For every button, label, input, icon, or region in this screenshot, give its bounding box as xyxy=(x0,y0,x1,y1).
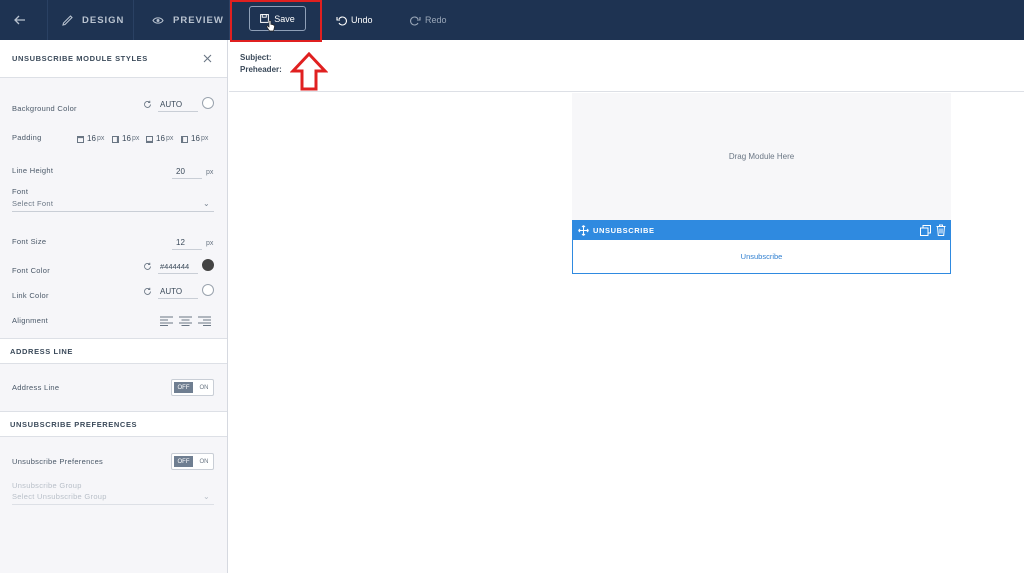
unsubscribe-preferences-toggle[interactable]: OFF ON xyxy=(171,453,214,470)
font-color-value[interactable]: #444444 xyxy=(160,262,189,271)
chevron-down-icon: ⌄ xyxy=(203,492,210,501)
undo-label: Undo xyxy=(351,15,373,25)
hand-cursor-icon xyxy=(266,20,275,32)
arrow-left-icon xyxy=(14,15,25,25)
divider xyxy=(0,436,227,437)
reset-icon[interactable] xyxy=(143,287,152,296)
link-color-swatch[interactable] xyxy=(202,284,214,296)
preview-tab-label: PREVIEW xyxy=(173,14,224,26)
padding-bottom-value: 16 xyxy=(156,134,165,143)
save-label: Save xyxy=(274,13,295,24)
input-underline xyxy=(172,249,202,250)
font-color-label: Font Color xyxy=(12,266,51,275)
toggle-on: ON xyxy=(199,384,209,391)
input-underline xyxy=(158,298,198,299)
toolbar-divider xyxy=(133,0,134,40)
alignment-label: Alignment xyxy=(12,316,49,325)
undo-icon xyxy=(336,16,347,25)
toggle-off: OFF xyxy=(174,456,193,467)
reset-icon[interactable] xyxy=(143,100,152,109)
unsubscribe-group-label: Unsubscribe Group xyxy=(12,481,82,490)
font-label: Font xyxy=(12,187,29,196)
design-tab-label: DESIGN xyxy=(82,14,125,26)
unsubscribe-module[interactable]: UNSUBSCRIBE Unsubscribe xyxy=(572,220,951,274)
input-underline xyxy=(172,178,202,179)
unsubscribe-preferences-section-title: UNSUBSCRIBE PREFERENCES xyxy=(0,412,227,436)
font-size-unit: px xyxy=(206,240,214,247)
divider xyxy=(0,77,227,78)
duplicate-icon[interactable] xyxy=(920,225,931,236)
save-button[interactable]: Save xyxy=(249,6,306,31)
padding-left-value: 16 xyxy=(191,134,200,143)
redo-label: Redo xyxy=(425,15,447,25)
module-header: UNSUBSCRIBE xyxy=(573,221,950,240)
redo-icon xyxy=(410,16,421,25)
undo-button[interactable]: Undo xyxy=(336,0,373,40)
line-height-input[interactable]: 20 xyxy=(176,167,185,176)
font-color-swatch[interactable] xyxy=(202,259,214,271)
input-underline xyxy=(158,273,198,274)
chevron-down-icon[interactable]: ⌄ xyxy=(203,199,210,208)
input-underline xyxy=(158,111,198,112)
font-select[interactable]: Select Font xyxy=(12,199,53,208)
link-color-value[interactable]: AUTO xyxy=(160,287,182,296)
padding-unit: px xyxy=(132,135,140,142)
preheader-label[interactable]: Preheader: xyxy=(240,65,282,74)
drag-module-text: Drag Module Here xyxy=(728,152,795,161)
padding-label: Padding xyxy=(12,133,42,142)
close-icon[interactable] xyxy=(203,54,212,63)
eye-icon xyxy=(152,16,164,24)
drag-module-zone[interactable]: Drag Module Here xyxy=(572,93,951,220)
padding-bottom-icon xyxy=(146,136,153,143)
select-underline xyxy=(12,211,214,212)
padding-unit: px xyxy=(166,135,174,142)
align-right-icon[interactable] xyxy=(198,316,211,326)
padding-right-value: 16 xyxy=(122,134,131,143)
padding-unit: px xyxy=(201,135,209,142)
redo-button[interactable]: Redo xyxy=(410,0,447,40)
background-color-label: Background Color xyxy=(12,104,77,113)
back-button[interactable] xyxy=(14,0,36,40)
padding-unit: px xyxy=(97,135,105,142)
padding-left-icon xyxy=(181,136,188,143)
font-size-label: Font Size xyxy=(12,237,47,246)
unsubscribe-preferences-label: Unsubscribe Preferences xyxy=(12,457,104,466)
preview-tab[interactable]: PREVIEW xyxy=(152,0,224,40)
address-line-section-title: ADDRESS LINE xyxy=(0,339,227,363)
toggle-off: OFF xyxy=(174,382,193,393)
email-header xyxy=(229,40,1024,92)
padding-top-value: 16 xyxy=(87,134,96,143)
toolbar-divider xyxy=(47,0,48,40)
trash-icon[interactable] xyxy=(936,224,946,236)
toggle-on: ON xyxy=(199,458,209,465)
align-left-icon[interactable] xyxy=(160,316,173,326)
design-tab[interactable]: DESIGN xyxy=(62,0,124,40)
padding-top-icon xyxy=(77,136,84,143)
address-line-toggle[interactable]: OFF ON xyxy=(171,379,214,396)
background-color-value[interactable]: AUTO xyxy=(160,100,182,109)
style-sidebar: UNSUBSCRIBE MODULE STYLES Background Col… xyxy=(0,40,228,573)
line-height-unit: px xyxy=(206,169,214,176)
subject-label[interactable]: Subject: xyxy=(240,53,272,62)
unsubscribe-group-select: Select Unsubscribe Group xyxy=(12,492,107,501)
line-height-label: Line Height xyxy=(12,166,54,175)
move-icon[interactable] xyxy=(578,225,589,236)
align-center-icon[interactable] xyxy=(179,316,192,326)
sidebar-title: UNSUBSCRIBE MODULE STYLES xyxy=(0,40,227,77)
unsubscribe-link[interactable]: Unsubscribe xyxy=(573,252,950,261)
address-line-label: Address Line xyxy=(12,383,60,392)
padding-right-icon xyxy=(112,136,119,143)
module-title: UNSUBSCRIBE xyxy=(593,226,655,235)
select-underline xyxy=(12,504,214,505)
link-color-label: Link Color xyxy=(12,291,49,300)
divider xyxy=(0,363,227,364)
pencil-icon xyxy=(62,14,73,26)
reset-icon[interactable] xyxy=(143,262,152,271)
font-size-input[interactable]: 12 xyxy=(176,238,185,247)
arrow-up-annotation-icon xyxy=(290,52,328,91)
top-toolbar: DESIGN PREVIEW Undo Redo xyxy=(0,0,1024,40)
background-color-swatch[interactable] xyxy=(202,97,214,109)
